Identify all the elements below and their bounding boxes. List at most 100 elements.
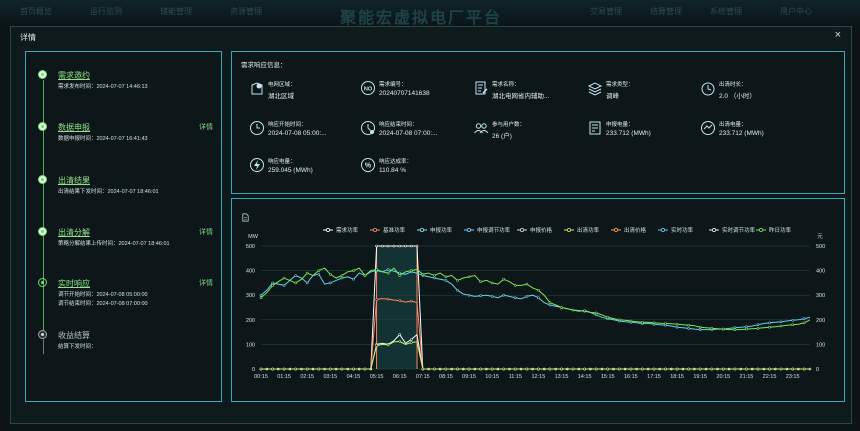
series-point (363, 274, 367, 277)
series-point (710, 367, 714, 371)
info-header: 需求响应信息： (241, 62, 287, 69)
series-point (363, 367, 367, 371)
x-tick-label: 16:15 (624, 374, 638, 380)
series-point (404, 244, 407, 248)
info-item: 响应结束时间： 2024-07-08 07:00:... (360, 118, 475, 144)
timeline-panel: 需求邀约 需求发布时间：2024-07-07 14:46:13 数据申报 详情 … (25, 51, 222, 402)
x-tick-label: 15:15 (601, 374, 615, 380)
x-tick-label: 23:15 (786, 374, 800, 380)
legend-marker (466, 227, 471, 232)
series-point (421, 367, 425, 371)
power-chart: MW 元 0 0 100 100 200 200 300 300 400 400 500 500 00:15… (246, 226, 825, 380)
y-axis-label-left: MW (248, 234, 259, 240)
step-detail-link[interactable]: 详情 (199, 227, 213, 237)
step-active-icon (38, 278, 47, 287)
x-tick-label: 17:15 (647, 374, 661, 380)
series-point (641, 321, 644, 324)
step-time: 调节结束时间：2024-07-08 07:00:00 (58, 301, 148, 307)
series-point (675, 325, 679, 329)
step-time: 策略分解结果上传时间：2024-07-07 18:46:01 (58, 241, 170, 247)
series-point (479, 367, 482, 371)
info-label: 响应达成率： (379, 159, 413, 165)
legend-marker (660, 227, 665, 232)
legend-label: 实时调节功率 (722, 226, 756, 234)
series-point (802, 367, 806, 371)
step-title[interactable]: 出清结果 (58, 175, 90, 186)
step-title: 收益结算 (58, 331, 90, 340)
step-title[interactable]: 实时响应 (58, 278, 90, 289)
step-detail-link[interactable]: 详情 (199, 278, 213, 288)
timer-icon (701, 82, 715, 96)
series-point (745, 325, 748, 328)
step-detail-link[interactable]: 详情 (199, 122, 213, 132)
legend-label: 申报功率 (430, 226, 453, 234)
y-tick-label-right: 500 (816, 244, 825, 250)
step-title[interactable]: 数据申报 (58, 122, 90, 133)
y-tick-label-left: 100 (246, 342, 255, 348)
platform-title: 聚能宏虚拟电厂平台 (340, 10, 503, 27)
x-tick-label: 06:15 (393, 374, 407, 380)
series-point (490, 281, 494, 285)
bg-nav-item: 储能管理 (160, 7, 192, 16)
series-point (271, 367, 274, 371)
series-point (756, 367, 760, 371)
series-point (779, 367, 783, 371)
series-point (641, 367, 644, 371)
info-item: 响应电量： 259.045 (MWh) (249, 155, 364, 181)
series-point (444, 367, 448, 371)
legend-marker (613, 227, 618, 232)
series-line-0 (261, 245, 810, 370)
x-tick-label: 22:15 (763, 374, 777, 380)
y-tick-label-left: 400 (246, 269, 255, 275)
series-point (410, 299, 413, 303)
x-tick-label: 00:15 (254, 374, 268, 380)
series-point (571, 308, 575, 312)
series-point (259, 293, 263, 297)
series-point (583, 367, 586, 371)
series-point (317, 269, 321, 272)
series-point (513, 284, 517, 287)
series-point (721, 327, 725, 331)
series-point (664, 322, 667, 325)
step-time: 出清结果下发时间：2024-07-07 18:46:01 (58, 189, 159, 195)
close-icon[interactable]: × (835, 29, 841, 41)
series-point (768, 367, 771, 371)
clock-end-icon (361, 121, 375, 135)
info-label: 电网区域： (268, 82, 296, 88)
y-tick-label-left: 500 (246, 244, 255, 250)
legend-marker (759, 227, 764, 232)
series-point (560, 306, 563, 309)
x-tick-label: 20:15 (716, 374, 730, 380)
series-point (398, 244, 401, 248)
series-point (583, 309, 586, 312)
x-tick-label: 01:15 (277, 374, 291, 380)
info-label: 需求类型： (606, 82, 634, 88)
bg-nav-item: 用户中心 (780, 7, 812, 16)
x-tick-label: 08:15 (439, 374, 453, 380)
info-label: 需求名称： (492, 82, 520, 88)
info-item: 响应开始时间： 2024-07-08 05:00:... (249, 118, 364, 144)
series-point (502, 367, 506, 371)
series-point (756, 323, 760, 326)
series-point (398, 274, 401, 277)
info-value: 2024-07-08 05:00:... (268, 130, 327, 137)
series-point (410, 341, 413, 344)
series-point (271, 281, 274, 285)
series-point (537, 289, 540, 292)
info-item: 参与用户数： 26 (户) (473, 118, 588, 144)
series-point (664, 367, 667, 371)
y-tick-label-left: 200 (246, 318, 255, 324)
y-tick-label-right: 200 (816, 318, 825, 324)
series-point (329, 273, 332, 276)
info-item: NO 需求编号： 20240707141638 (360, 78, 475, 104)
background-header: 聚能宏虚拟电厂平台 首页概览 运行监测 储能管理 资源管理 交易管理 结算管理 … (0, 0, 860, 27)
response-info-panel: 需求响应信息： 电网区域： 湖北区域 NO 需求编号： 20240707141638 需求… (231, 51, 845, 194)
info-value: 湖北区域 (268, 93, 294, 100)
series-point (733, 328, 737, 331)
legend-marker (372, 227, 377, 232)
series-point (652, 321, 656, 325)
series-point (606, 316, 610, 319)
step-title[interactable]: 出清分解 (58, 227, 90, 238)
step-check-icon (38, 175, 47, 184)
step-title[interactable]: 需求邀约 (58, 70, 90, 81)
